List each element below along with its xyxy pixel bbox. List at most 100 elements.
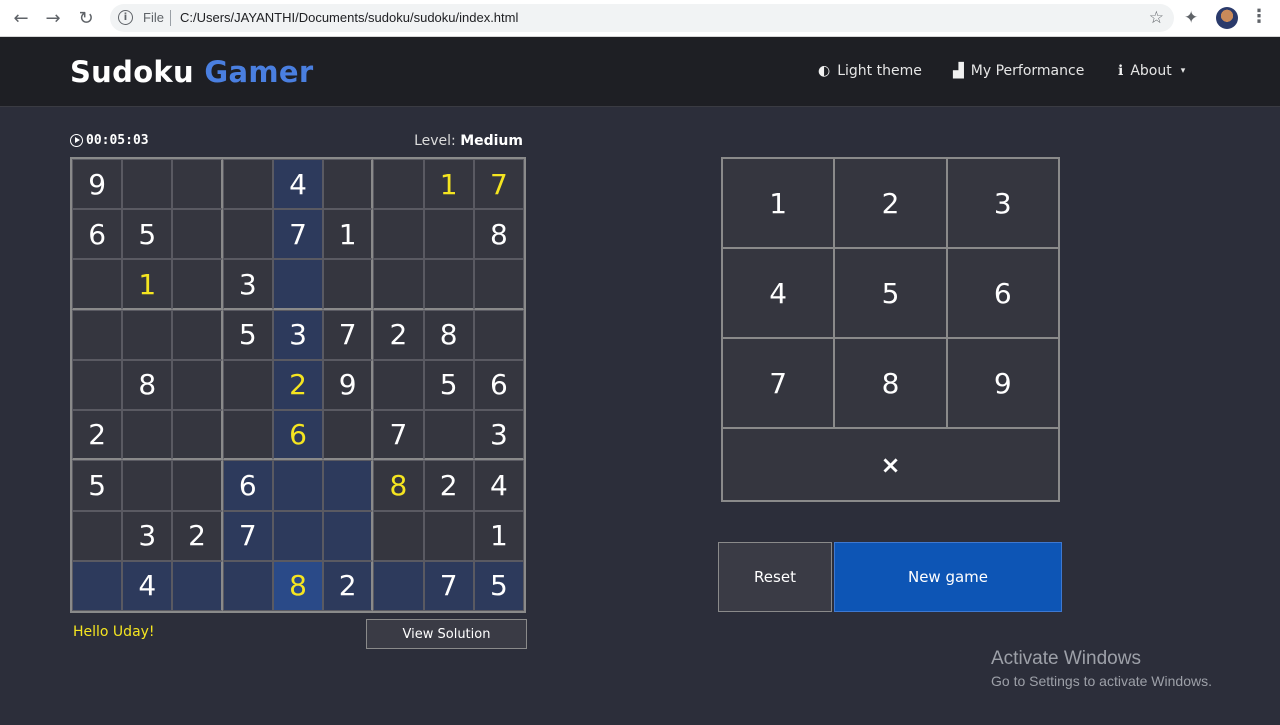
sudoku-cell[interactable] (373, 209, 424, 260)
sudoku-cell[interactable] (373, 159, 424, 210)
sudoku-cell[interactable] (272, 510, 324, 561)
sudoku-cell[interactable] (72, 259, 123, 310)
view-solution-button[interactable]: View Solution (366, 619, 527, 649)
sudoku-cell[interactable] (373, 560, 424, 611)
sudoku-cell[interactable] (423, 209, 474, 260)
sudoku-cell[interactable]: 8 (122, 359, 173, 411)
sudoku-cell[interactable]: 3 (272, 309, 324, 360)
sudoku-cell[interactable]: 4 (272, 159, 324, 210)
sudoku-cell[interactable] (222, 159, 273, 210)
sudoku-cell[interactable]: 7 (323, 309, 374, 360)
sudoku-cell[interactable]: 9 (72, 159, 123, 210)
sudoku-cell[interactable] (122, 159, 173, 210)
numpad-key-3[interactable]: 3 (946, 158, 1059, 248)
sudoku-cell[interactable]: 5 (122, 209, 173, 260)
brand-logo[interactable]: Sudoku Gamer (70, 55, 313, 89)
sudoku-cell[interactable]: 4 (122, 560, 173, 611)
sudoku-cell[interactable]: 7 (222, 510, 273, 561)
forward-icon[interactable]: → (41, 6, 65, 30)
sudoku-cell[interactable]: 5 (222, 309, 273, 360)
sudoku-cell[interactable]: 1 (323, 209, 374, 260)
nav-about[interactable]: ℹ About ▾ (1118, 63, 1185, 79)
bookmark-star-icon[interactable]: ☆ (1149, 8, 1164, 28)
sudoku-cell[interactable]: 6 (72, 209, 123, 260)
sudoku-cell[interactable]: 5 (72, 460, 123, 511)
sudoku-cell[interactable]: 7 (423, 560, 474, 611)
sudoku-cell[interactable] (172, 159, 223, 210)
numpad-key-2[interactable]: 2 (834, 158, 947, 248)
sudoku-cell[interactable]: 2 (272, 359, 324, 411)
reset-button[interactable]: Reset (718, 542, 832, 612)
sudoku-cell[interactable] (72, 560, 123, 611)
sudoku-cell[interactable] (272, 259, 324, 310)
sudoku-cell[interactable]: 1 (423, 159, 474, 210)
sudoku-cell[interactable] (323, 460, 374, 511)
numpad-key-6[interactable]: 6 (946, 248, 1059, 338)
back-icon[interactable]: ← (9, 6, 33, 30)
sudoku-cell[interactable]: 3 (473, 410, 524, 461)
sudoku-cell[interactable] (373, 510, 424, 561)
sudoku-cell[interactable]: 7 (473, 159, 524, 210)
sudoku-cell[interactable] (122, 460, 173, 511)
sudoku-cell[interactable]: 3 (222, 259, 273, 310)
sudoku-cell[interactable]: 8 (423, 309, 474, 360)
sudoku-cell[interactable] (373, 359, 424, 411)
sudoku-cell[interactable] (72, 309, 123, 360)
sudoku-cell[interactable] (172, 560, 223, 611)
reload-icon[interactable]: ↻ (74, 6, 98, 30)
sudoku-cell[interactable] (122, 410, 173, 461)
address-bar[interactable]: i File C:/Users/JAYANTHI/Documents/sudok… (110, 4, 1174, 32)
sudoku-cell[interactable]: 6 (272, 410, 324, 461)
info-icon[interactable]: i (118, 10, 133, 25)
sudoku-cell[interactable]: 6 (222, 460, 273, 511)
sudoku-cell[interactable] (172, 410, 223, 461)
sudoku-cell[interactable]: 8 (272, 560, 324, 611)
sudoku-cell[interactable]: 2 (72, 410, 123, 461)
numpad-key-4[interactable]: 4 (722, 248, 835, 338)
browser-menu-icon[interactable]: ⋮ (1250, 6, 1268, 27)
numpad-key-8[interactable]: 8 (834, 338, 947, 428)
url-text[interactable]: C:/Users/JAYANTHI/Documents/sudoku/sudok… (180, 10, 518, 25)
extensions-icon[interactable]: ✦ (1184, 8, 1198, 28)
sudoku-cell[interactable] (222, 560, 273, 611)
sudoku-cell[interactable]: 5 (423, 359, 474, 411)
sudoku-cell[interactable] (423, 410, 474, 461)
sudoku-cell[interactable]: 2 (323, 560, 374, 611)
sudoku-cell[interactable]: 2 (373, 309, 424, 360)
sudoku-cell[interactable]: 8 (373, 460, 424, 511)
sudoku-cell[interactable]: 4 (473, 460, 524, 511)
sudoku-cell[interactable] (172, 460, 223, 511)
nav-my-performance[interactable]: ▟ My Performance (953, 63, 1084, 79)
sudoku-cell[interactable] (172, 259, 223, 310)
sudoku-cell[interactable] (72, 510, 123, 561)
erase-icon[interactable]: × (722, 428, 1059, 501)
sudoku-cell[interactable] (323, 410, 374, 461)
sudoku-cell[interactable]: 1 (122, 259, 173, 310)
avatar[interactable] (1216, 7, 1238, 29)
numpad-key-7[interactable]: 7 (722, 338, 835, 428)
sudoku-cell[interactable]: 8 (473, 209, 524, 260)
sudoku-cell[interactable] (72, 359, 123, 411)
sudoku-cell[interactable] (122, 309, 173, 360)
sudoku-cell[interactable]: 7 (373, 410, 424, 461)
numpad-key-9[interactable]: 9 (946, 338, 1059, 428)
sudoku-cell[interactable]: 2 (172, 510, 223, 561)
nav-light-theme[interactable]: ◐ Light theme (818, 63, 922, 79)
sudoku-cell[interactable] (423, 510, 474, 561)
sudoku-cell[interactable] (172, 209, 223, 260)
sudoku-cell[interactable]: 2 (423, 460, 474, 511)
sudoku-cell[interactable]: 9 (323, 359, 374, 411)
sudoku-cell[interactable] (172, 309, 223, 360)
new-game-button[interactable]: New game (834, 542, 1062, 612)
sudoku-cell[interactable] (222, 359, 273, 411)
sudoku-cell[interactable]: 6 (473, 359, 524, 411)
sudoku-cell[interactable]: 3 (122, 510, 173, 561)
sudoku-cell[interactable] (172, 359, 223, 411)
sudoku-cell[interactable] (272, 460, 324, 511)
sudoku-cell[interactable] (222, 209, 273, 260)
sudoku-cell[interactable]: 1 (473, 510, 524, 561)
sudoku-cell[interactable]: 7 (272, 209, 324, 260)
sudoku-cell[interactable] (373, 259, 424, 310)
numpad-key-5[interactable]: 5 (834, 248, 947, 338)
sudoku-cell[interactable] (323, 159, 374, 210)
